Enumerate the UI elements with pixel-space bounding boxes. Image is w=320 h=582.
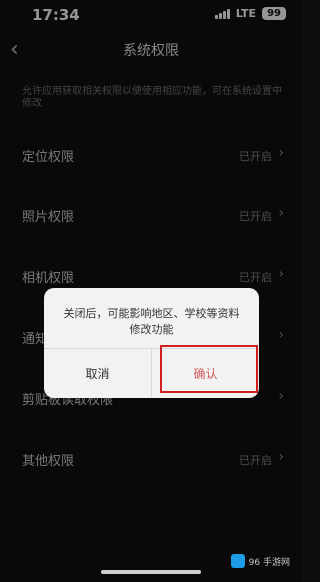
dialog-message-line-1: 关闭后，可能影响地区、学校等资料 xyxy=(63,307,240,320)
watermark-text: 96 手游网 xyxy=(248,557,290,568)
home-indicator xyxy=(101,570,201,574)
confirm-highlight-box xyxy=(160,345,258,393)
dialog-message-line-2: 修改功能 xyxy=(129,323,174,336)
cancel-button[interactable]: 取消 xyxy=(44,348,151,398)
watermark: 96 手游网 xyxy=(230,554,290,568)
watermark-logo-icon xyxy=(230,554,245,568)
dialog-message: 关闭后，可能影响地区、学校等资料 修改功能 xyxy=(54,306,249,338)
